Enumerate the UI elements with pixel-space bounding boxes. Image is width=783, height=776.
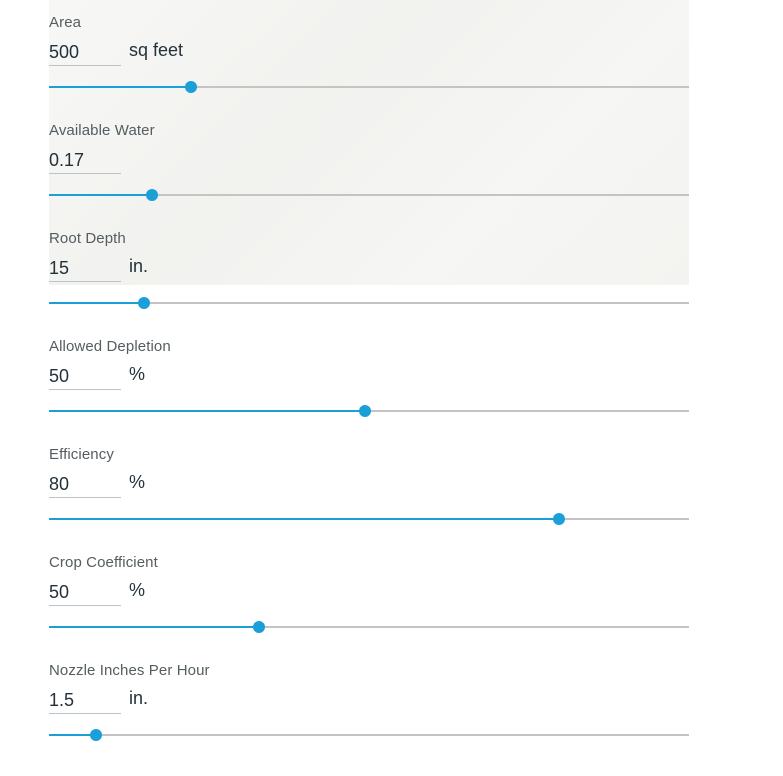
field-nozzle-inches-per-hour: Nozzle Inches Per Hour in. <box>49 648 689 756</box>
field-label: Crop Coefficient <box>49 554 158 571</box>
slider-thumb[interactable] <box>185 81 197 93</box>
field-label: Allowed Depletion <box>49 338 171 355</box>
nozzle-inches-per-hour-input[interactable] <box>49 687 121 714</box>
available-water-input[interactable] <box>49 147 121 174</box>
field-label: Root Depth <box>49 230 126 247</box>
field-area: Area sq feet <box>49 0 689 108</box>
field-label: Area <box>49 14 82 31</box>
area-slider[interactable] <box>49 76 689 98</box>
crop-coefficient-slider[interactable] <box>49 616 689 638</box>
slider-thumb[interactable] <box>553 513 565 525</box>
slider-thumb[interactable] <box>90 729 102 741</box>
allowed-depletion-input[interactable] <box>49 363 121 390</box>
slider-fill <box>49 302 144 304</box>
slider-thumb[interactable] <box>138 297 150 309</box>
field-label: Efficiency <box>49 446 114 463</box>
slider-thumb[interactable] <box>146 189 158 201</box>
slider-fill <box>49 410 365 412</box>
root-depth-input[interactable] <box>49 255 121 282</box>
unit-label: % <box>129 580 146 600</box>
field-label: Available Water <box>49 122 155 139</box>
field-crop-coefficient: Crop Coefficient % <box>49 540 689 648</box>
root-depth-slider[interactable] <box>49 292 689 314</box>
crop-coefficient-input[interactable] <box>49 579 121 606</box>
slider-fill <box>49 86 191 88</box>
slider-thumb[interactable] <box>253 621 265 633</box>
field-efficiency: Efficiency % <box>49 432 689 540</box>
field-root-depth: Root Depth in. <box>49 216 689 324</box>
slider-fill <box>49 518 559 520</box>
unit-label: sq feet <box>129 40 184 60</box>
unit-label: in. <box>129 688 149 708</box>
slider-thumb[interactable] <box>359 405 371 417</box>
efficiency-slider[interactable] <box>49 508 689 530</box>
available-water-slider[interactable] <box>49 184 689 206</box>
allowed-depletion-slider[interactable] <box>49 400 689 422</box>
area-input[interactable] <box>49 39 121 66</box>
irrigation-settings-form: Area sq feet Available Water Root Depth … <box>49 0 689 756</box>
slider-fill <box>49 734 96 736</box>
slider-fill <box>49 194 152 196</box>
field-available-water: Available Water <box>49 108 689 216</box>
slider-track <box>49 734 689 736</box>
field-allowed-depletion: Allowed Depletion % <box>49 324 689 432</box>
slider-fill <box>49 626 259 628</box>
nozzle-inches-per-hour-slider[interactable] <box>49 724 689 746</box>
unit-label: % <box>129 364 146 384</box>
unit-label: in. <box>129 256 149 276</box>
field-label: Nozzle Inches Per Hour <box>49 662 210 679</box>
efficiency-input[interactable] <box>49 471 121 498</box>
unit-label: % <box>129 472 146 492</box>
